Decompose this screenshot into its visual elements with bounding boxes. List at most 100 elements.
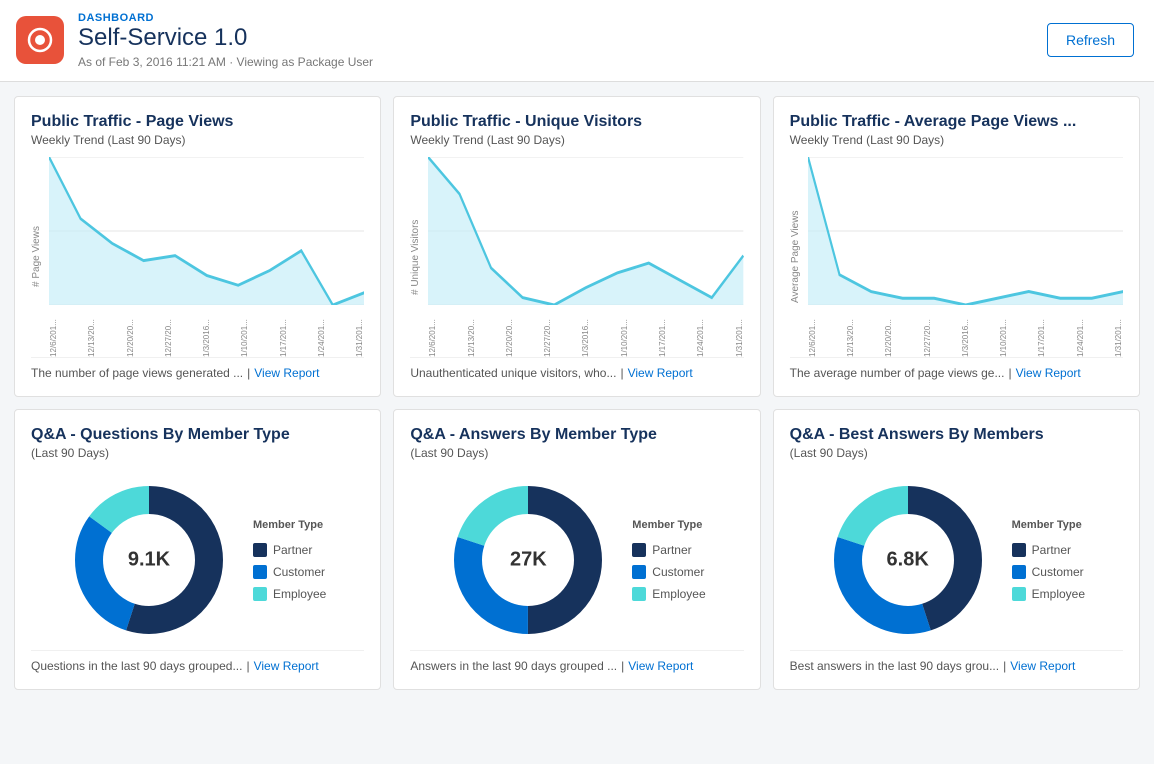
x-label: 12/20/20...: [126, 307, 135, 357]
card-questions-by-member: Q&A - Questions By Member Type(Last 90 D…: [14, 409, 381, 690]
legend: Member Type Partner Customer Employee: [253, 519, 326, 601]
legend-item: Employee: [253, 587, 326, 601]
card-footer: The number of page views generated ... |…: [31, 357, 364, 380]
x-axis-labels: 12/6/201...12/13/20...12/20/20...12/27/2…: [428, 305, 743, 357]
card-title: Q&A - Best Answers By Members: [790, 426, 1123, 444]
card-subtitle: (Last 90 Days): [410, 446, 743, 460]
card-subtitle: (Last 90 Days): [790, 446, 1123, 460]
legend-item: Partner: [253, 543, 326, 557]
view-report-link[interactable]: View Report: [628, 366, 693, 380]
donut-chart: 6.8K: [828, 480, 988, 640]
card-subtitle: (Last 90 Days): [31, 446, 364, 460]
card-footer-text: Best answers in the last 90 days grou...: [790, 659, 999, 673]
card-title: Public Traffic - Average Page Views ...: [790, 113, 1123, 131]
x-label: 12/27/20...: [543, 307, 552, 357]
legend-item: Employee: [632, 587, 705, 601]
card-footer-text: The number of page views generated ...: [31, 366, 243, 380]
card-footer: Answers in the last 90 days grouped ... …: [410, 650, 743, 673]
x-label: 1/3/2016...: [202, 307, 211, 357]
chart-area: Average Page Views 12/6/201... 12/13/20..…: [790, 157, 1123, 357]
page-title: Self-Service 1.0: [78, 24, 1047, 53]
legend-swatch: [632, 587, 646, 601]
x-label: 1/10/201...: [999, 307, 1008, 357]
footer-separator: |: [621, 659, 624, 673]
header-text: DASHBOARD Self-Service 1.0 As of Feb 3, …: [78, 12, 1047, 69]
legend-swatch: [1012, 565, 1026, 579]
legend-label: Employee: [652, 587, 705, 601]
donut-section: 6.8KMember TypePartnerCustomerEmployee: [790, 470, 1123, 650]
x-label: 1/3/2016...: [581, 307, 590, 357]
x-axis-labels: 12/6/201...12/13/20...12/20/20...12/27/2…: [808, 305, 1123, 357]
y-axis-label: Average Page Views: [790, 157, 804, 357]
x-label: 12/27/20...: [923, 307, 932, 357]
x-label: 1/31/201...: [1114, 307, 1123, 357]
legend-label: Partner: [1032, 543, 1071, 557]
x-label: 12/13/20...: [87, 307, 96, 357]
card-page-views: Public Traffic - Page Views Weekly Trend …: [14, 96, 381, 397]
line-chart: [808, 157, 1123, 305]
card-subtitle: Weekly Trend (Last 90 Days): [790, 133, 1123, 147]
x-label: 1/17/201...: [1037, 307, 1046, 357]
footer-separator: |: [1003, 659, 1006, 673]
card-footer: The average number of page views ge... |…: [790, 357, 1123, 380]
legend-item: Partner: [1012, 543, 1085, 557]
card-subtitle: Weekly Trend (Last 90 Days): [31, 133, 364, 147]
chart-area: # Unique Visitors 12/6/201...12/13/20...…: [410, 157, 743, 357]
card-footer-text: The average number of page views ge...: [790, 366, 1005, 380]
view-report-link[interactable]: View Report: [254, 366, 319, 380]
donut-center-label: 9.1K: [128, 548, 170, 571]
x-label: 1/24/201...: [317, 307, 326, 357]
legend-swatch: [1012, 587, 1026, 601]
x-label: 12/6/201...: [808, 307, 817, 357]
footer-separator: |: [247, 366, 250, 380]
donut-center-label: 27K: [510, 548, 547, 571]
legend-label: Customer: [273, 565, 325, 579]
legend-item: Customer: [1012, 565, 1085, 579]
legend: Member TypePartnerCustomerEmployee: [1012, 519, 1085, 601]
dashboard-grid: Public Traffic - Page Views Weekly Trend …: [0, 82, 1154, 704]
view-report-link[interactable]: View Report: [1010, 659, 1075, 673]
x-label: 1/31/201...: [355, 307, 364, 357]
legend-label: Employee: [1032, 587, 1085, 601]
line-chart: [428, 157, 743, 305]
card-best-answers-by-member: Q&A - Best Answers By Members (Last 90 Da…: [773, 409, 1140, 690]
view-report-link[interactable]: View Report: [1016, 366, 1081, 380]
legend-swatch: [1012, 543, 1026, 557]
footer-separator: |: [1008, 366, 1011, 380]
card-title: Public Traffic - Page Views: [31, 113, 364, 131]
donut-section: 9.1K Member Type Partner Customer Employee: [31, 470, 364, 650]
card-title: Public Traffic - Unique Visitors: [410, 113, 743, 131]
y-axis-label: # Page Views: [31, 157, 45, 357]
header: DASHBOARD Self-Service 1.0 As of Feb 3, …: [0, 0, 1154, 82]
legend-item: Partner: [632, 543, 705, 557]
legend-label: Customer: [652, 565, 704, 579]
x-label: 1/24/201...: [1076, 307, 1085, 357]
x-label: 12/13/20...: [846, 307, 855, 357]
x-label: 1/31/201...: [735, 307, 744, 357]
chart-inner: 12/6/201...12/13/20...12/20/20...12/27/2…: [49, 157, 364, 357]
card-avg-page-views: Public Traffic - Average Page Views ... W…: [773, 96, 1140, 397]
card-footer-text: Answers in the last 90 days grouped ...: [410, 659, 617, 673]
x-axis-labels: 12/6/201...12/13/20...12/20/20...12/27/2…: [49, 305, 364, 357]
view-report-link[interactable]: View Report: [254, 659, 319, 673]
chart-area: # Page Views 12/6/201...12/13/20...12/20…: [31, 157, 364, 357]
view-report-link[interactable]: View Report: [628, 659, 693, 673]
card-footer: Questions in the last 90 days grouped...…: [31, 650, 364, 673]
legend-swatch: [253, 587, 267, 601]
x-label: 1/3/2016...: [961, 307, 970, 357]
refresh-button[interactable]: Refresh: [1047, 23, 1134, 57]
card-footer: Unauthenticated unique visitors, who... …: [410, 357, 743, 380]
card-unique-visitors: Public Traffic - Unique VisitorsWeekly T…: [393, 96, 760, 397]
dashboard-label: DASHBOARD: [78, 12, 1047, 24]
x-label: 12/20/20...: [505, 307, 514, 357]
legend-label: Employee: [273, 587, 326, 601]
card-footer: Best answers in the last 90 days grou...…: [790, 650, 1123, 673]
legend-title: Member Type: [253, 519, 326, 531]
legend-swatch: [632, 543, 646, 557]
card-footer-text: Questions in the last 90 days grouped...: [31, 659, 242, 673]
legend-title: Member Type: [632, 519, 705, 531]
footer-separator: |: [246, 659, 249, 673]
donut-chart: 9.1K: [69, 480, 229, 640]
legend-swatch: [253, 565, 267, 579]
footer-separator: |: [620, 366, 623, 380]
